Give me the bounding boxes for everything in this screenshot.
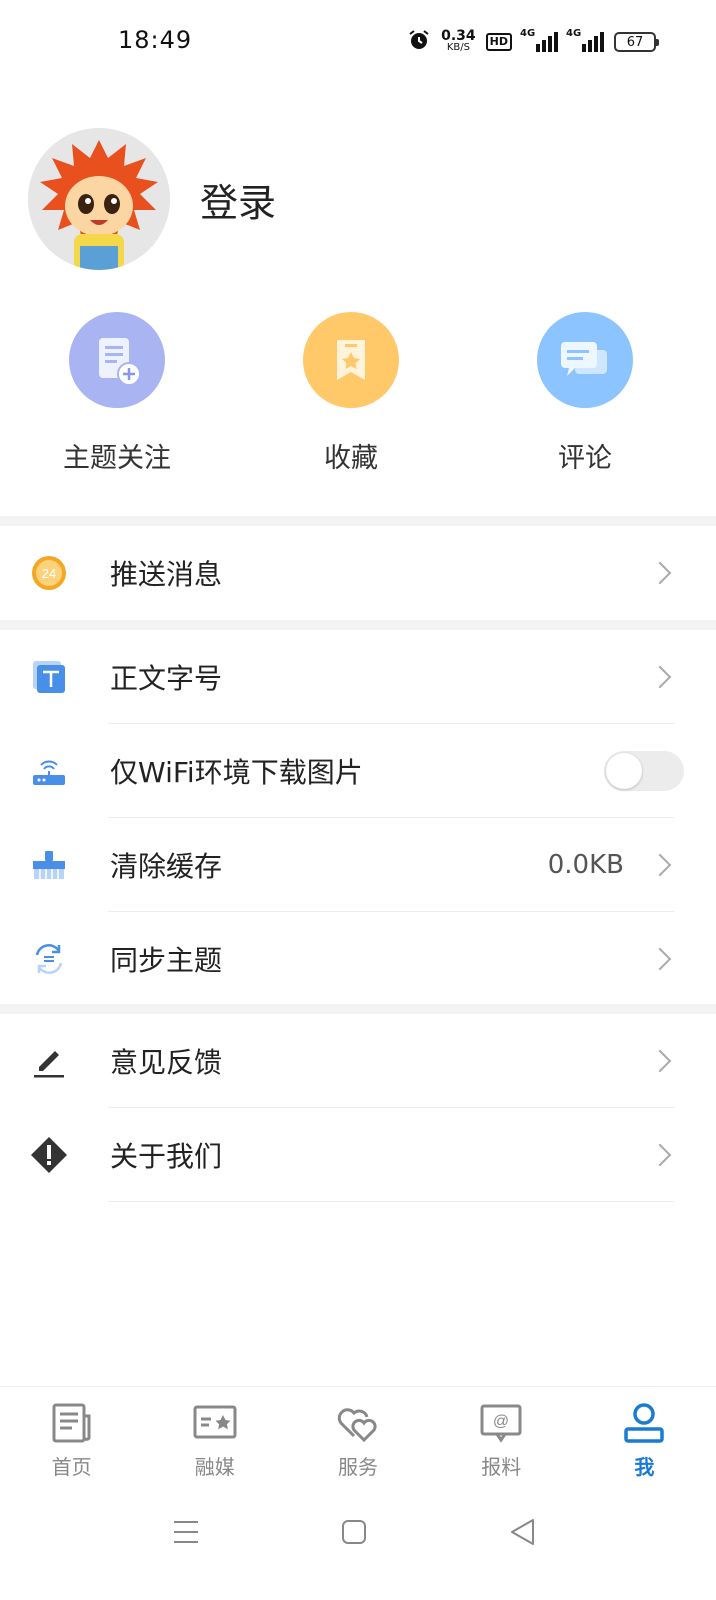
menu-label: 正文字号 (110, 662, 223, 695)
wifi-images-toggle[interactable] (604, 751, 684, 791)
chat-bubbles-icon (537, 312, 633, 408)
chevron-right-icon (648, 947, 672, 971)
newspaper-icon (50, 1401, 94, 1445)
network-speed: 0.34 KB/S (441, 28, 476, 53)
chevron-right-icon (648, 665, 672, 689)
section-divider (0, 620, 716, 630)
section-divider (0, 1004, 716, 1014)
clock-24-icon: 24 (30, 554, 68, 592)
comments-button[interactable]: 评论 (495, 312, 675, 475)
nav-tab-services[interactable]: 服务 (286, 1387, 429, 1492)
nav-tab-media[interactable]: 融媒 (143, 1387, 286, 1492)
hd-voice-badge: HD (485, 33, 512, 51)
status-time: 18:49 (118, 26, 193, 54)
signal-icon: 4G (566, 28, 604, 52)
menu-label: 意见反馈 (110, 1046, 223, 1079)
cache-size-value: 0.0KB (547, 850, 624, 880)
hearts-icon (336, 1401, 380, 1445)
sync-icon (30, 940, 68, 978)
nav-tab-report[interactable]: @ 报料 (430, 1387, 573, 1492)
nav-label: 首页 (51, 1455, 92, 1479)
menu-item-about[interactable]: 关于我们 (0, 1108, 716, 1202)
menu-item-sync-topics[interactable]: 同步主题 (0, 912, 716, 1006)
text-t-icon (30, 658, 68, 696)
warning-diamond-icon (30, 1136, 68, 1174)
menu-item-font-size[interactable]: 正文字号 (0, 630, 716, 724)
nav-label: 融媒 (194, 1455, 235, 1479)
document-add-icon (69, 312, 165, 408)
chevron-right-icon (648, 1143, 672, 1167)
svg-text:24: 24 (42, 566, 56, 581)
menu-label: 清除缓存 (110, 850, 223, 883)
comments-label: 评论 (558, 443, 612, 474)
menu-item-wifi-images: 仅WiFi环境下载图片 (0, 724, 716, 818)
nav-tab-home[interactable]: 首页 (0, 1387, 143, 1492)
home-square-icon[interactable] (334, 1512, 374, 1552)
battery-icon: 67 (614, 32, 659, 52)
profile-header[interactable]: 登录 (28, 128, 276, 270)
nav-label: 服务 (338, 1455, 378, 1479)
login-link[interactable]: 登录 (200, 172, 276, 227)
section-divider (0, 516, 716, 526)
topic-follow-button[interactable]: 主题关注 (27, 312, 207, 475)
at-message-icon: @ (479, 1401, 523, 1445)
alarm-icon (407, 28, 431, 56)
favorites-label: 收藏 (324, 443, 378, 474)
menu-item-push-messages[interactable]: 24 推送消息 (0, 526, 716, 620)
menu-item-feedback[interactable]: 意见反馈 (0, 1014, 716, 1108)
chevron-right-icon (648, 1049, 672, 1073)
media-card-icon (193, 1401, 237, 1445)
nav-label: 报料 (481, 1455, 522, 1479)
svg-text:@: @ (493, 1413, 509, 1430)
menu-label: 推送消息 (110, 558, 223, 591)
chevron-right-icon (648, 853, 672, 877)
status-bar: 18:49 0.34 KB/S HD 4G 4G 67 (0, 0, 716, 84)
chevron-right-icon (648, 561, 672, 585)
signal-icon: 4G (520, 28, 558, 52)
bookmark-star-icon (303, 312, 399, 408)
menu-icon[interactable] (166, 1512, 206, 1552)
bottom-nav: 首页 融媒 服务 @ 报料 我 (0, 1386, 716, 1492)
user-icon (622, 1401, 666, 1445)
back-triangle-icon[interactable] (502, 1512, 542, 1552)
row-divider (108, 1201, 674, 1202)
topic-follow-label: 主题关注 (63, 443, 171, 474)
favorites-button[interactable]: 收藏 (261, 312, 441, 475)
menu-label: 关于我们 (110, 1140, 223, 1173)
nav-label: 我 (634, 1455, 655, 1479)
status-icons: 0.34 KB/S HD 4G 4G 67 (407, 28, 659, 56)
system-nav-bar (0, 1492, 716, 1600)
quick-actions: 主题关注 收藏 评论 (0, 312, 716, 482)
brush-icon (30, 846, 68, 884)
menu-item-clear-cache[interactable]: 清除缓存 0.0KB (0, 818, 716, 912)
router-icon (30, 752, 68, 790)
menu-label: 同步主题 (110, 944, 223, 977)
pencil-icon (30, 1042, 68, 1080)
menu-label: 仅WiFi环境下载图片 (110, 756, 363, 789)
avatar[interactable] (28, 128, 170, 270)
nav-tab-me[interactable]: 我 (573, 1387, 716, 1492)
